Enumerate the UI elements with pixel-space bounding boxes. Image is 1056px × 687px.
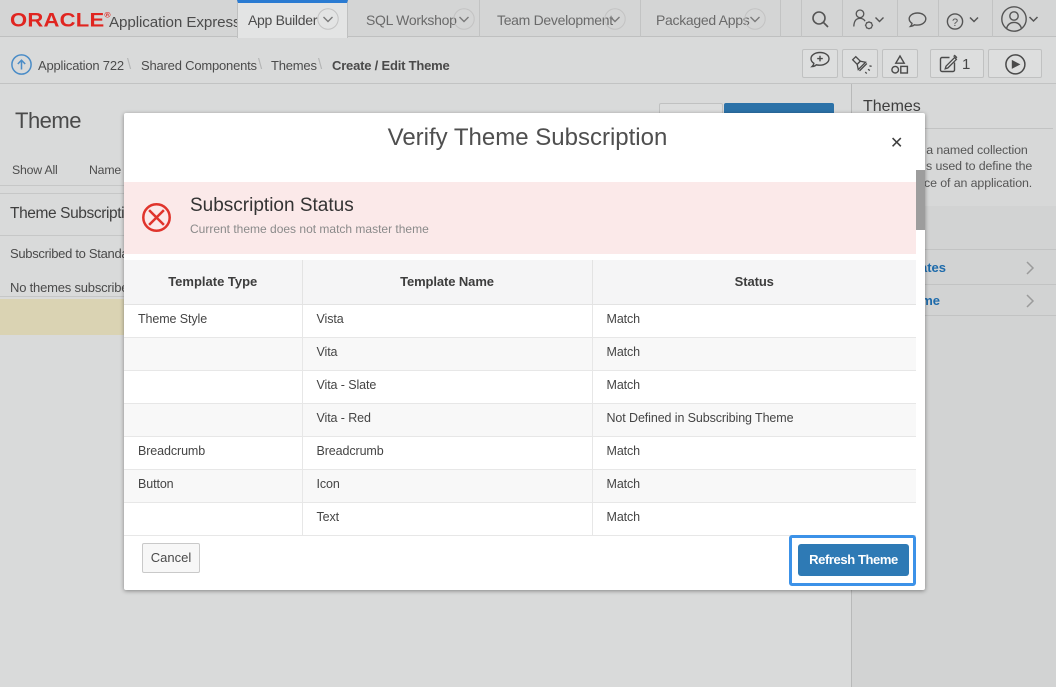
svg-text:?: ? [952, 17, 958, 29]
